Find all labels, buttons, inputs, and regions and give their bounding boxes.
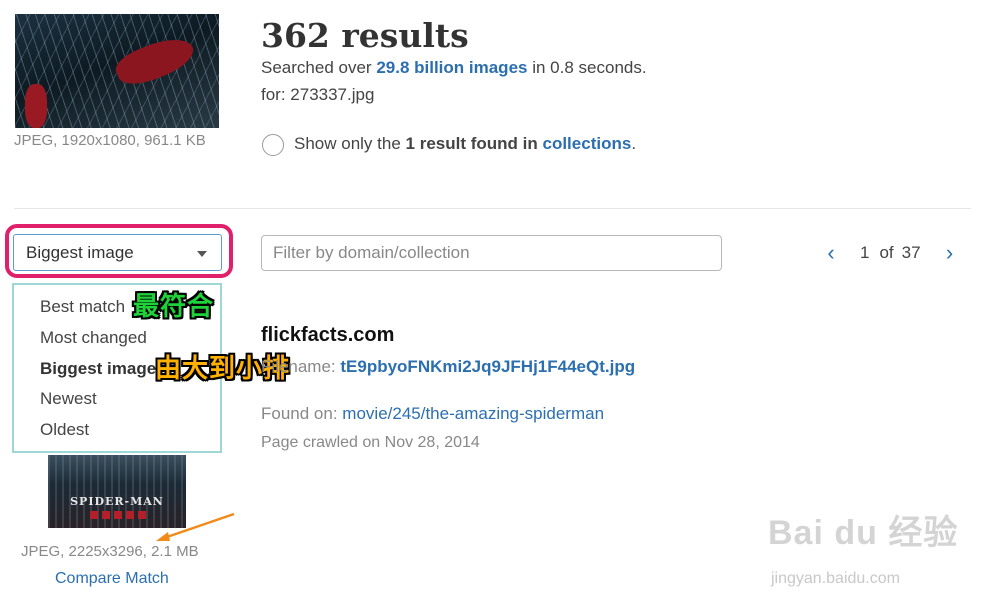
searched-count-link[interactable]: 29.8 billion images [376, 58, 527, 77]
results-count-title: 362 results [261, 16, 469, 55]
searched-line: Searched over 29.8 billion images in 0.8… [261, 58, 647, 78]
sort-option-best-match[interactable]: Best match [40, 297, 125, 317]
result-thumb-title: SPIDER-MAN [70, 495, 164, 508]
searched-prefix: Searched over [261, 58, 372, 77]
header-divider [14, 208, 971, 209]
collections-suffix: . [631, 134, 637, 153]
pagination: ‹ 1 of 37 › [820, 240, 961, 266]
compare-match-link[interactable]: Compare Match [55, 570, 169, 588]
baidu-watermark-url: jingyan.baidu.com [771, 570, 900, 587]
sort-option-biggest-image[interactable]: Biggest image [40, 359, 156, 379]
result-found-line: Found on: movie/245/the-amazing-spiderma… [261, 404, 604, 424]
result-found-link[interactable]: movie/245/the-amazing-spiderman [342, 404, 604, 423]
sort-option-newest[interactable]: Newest [40, 389, 97, 409]
page-current: 1 [860, 243, 870, 262]
collections-only-label[interactable]: Show only the 1 result found in collecti… [294, 134, 636, 154]
collections-prefix: Show only the [294, 134, 401, 153]
query-image-meta: JPEG, 1920x1080, 961.1 KB [14, 132, 206, 149]
collections-only-radio[interactable] [262, 134, 284, 156]
annotation-arrow-icon [156, 512, 235, 541]
filter-domain-input[interactable] [261, 235, 722, 271]
sort-select[interactable]: Biggest image [13, 234, 222, 271]
result-filename-line: Filename: tE9pbyoFNKmi2Jq9JFHj1F44eQt.jp… [261, 357, 635, 377]
page-total: 37 [901, 243, 921, 262]
chevron-right-icon[interactable]: › [939, 240, 961, 266]
chevron-left-icon[interactable]: ‹ [820, 240, 842, 266]
chevron-down-icon [197, 251, 207, 257]
sort-option-oldest[interactable]: Oldest [40, 420, 89, 440]
sort-option-most-changed[interactable]: Most changed [40, 328, 147, 348]
page-of-label: of [879, 243, 894, 262]
query-filename: for: 273337.jpg [261, 85, 375, 104]
result-crawl-date: Page crawled on Nov 28, 2014 [261, 434, 480, 451]
collections-bold: 1 result found in [405, 134, 538, 153]
result-filename-link[interactable]: tE9pbyoFNKmi2Jq9JFHj1F44eQt.jpg [340, 357, 635, 376]
sort-selected-value: Biggest image [26, 242, 134, 262]
annotation-best-match: 最符合 [133, 292, 215, 322]
result-domain: flickfacts.com [261, 324, 395, 346]
found-label: Found on: [261, 404, 338, 423]
collections-link[interactable]: collections [543, 134, 632, 153]
searched-suffix: in 0.8 seconds. [532, 58, 647, 77]
query-image-thumbnail [15, 14, 219, 128]
baidu-watermark-logo: Bai du 经验 [768, 514, 959, 552]
filename-label: Filename: [261, 357, 336, 376]
